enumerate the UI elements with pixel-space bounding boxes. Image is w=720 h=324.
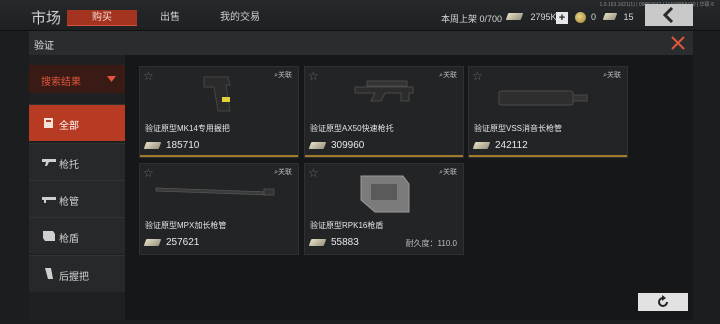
page-title: 市场	[31, 10, 62, 27]
currency-icon	[308, 141, 327, 149]
item-price: 242112	[472, 140, 528, 151]
chevron-down-icon	[107, 76, 116, 82]
item-name: 验证原型MPX加长枪管	[145, 221, 227, 230]
favorite-star-icon[interactable]: ☆	[308, 69, 319, 83]
card-accent-strip	[140, 155, 298, 157]
barrel-icon	[42, 197, 56, 203]
card-accent-strip	[305, 155, 463, 157]
item-name: 验证原型MK14专用握把	[145, 124, 230, 133]
currency-icon	[143, 141, 162, 149]
item-card[interactable]: ☆ ⌕关联 验证原型AX50快速枪托 309960	[304, 66, 464, 158]
relate-button[interactable]: ⌕关联	[439, 167, 457, 177]
item-durability: 耐久度：110.0	[405, 239, 457, 248]
relate-button[interactable]: ⌕关联	[439, 70, 457, 80]
dialog-title: 验证	[34, 41, 54, 52]
filter-sidebar: 搜索结果 全部 枪托 枪管 枪盾 后握把	[29, 55, 125, 320]
item-price: 185710	[143, 140, 199, 151]
favorite-star-icon[interactable]: ☆	[143, 166, 154, 180]
currency-icon	[143, 238, 162, 246]
back-button[interactable]	[645, 4, 693, 26]
currency-icon	[505, 13, 524, 20]
top-bar: 市场 购买 出售 我的交易 1.0.163.1621(1) | 09050947…	[0, 0, 720, 31]
shield-icon	[43, 231, 55, 241]
favorite-star-icon[interactable]: ☆	[308, 166, 319, 180]
grip-icon	[45, 268, 53, 279]
item-name: 验证原型AX50快速枪托	[310, 124, 394, 133]
card-accent-strip	[469, 155, 627, 157]
tab-buy[interactable]: 购买	[67, 10, 137, 26]
item-name: 验证原型VSS消音长枪管	[474, 124, 563, 133]
chevron-left-icon	[662, 7, 674, 23]
coin-balance: 0	[591, 12, 597, 22]
item-card[interactable]: ☆ ⌕关联 验证原型MPX加长枪管 257621	[139, 163, 299, 255]
tab-sell[interactable]: 出售	[140, 10, 200, 25]
coin-icon	[575, 12, 586, 23]
sidebar-item-rear-grip[interactable]: 后握把	[29, 255, 125, 292]
sidebar-item-stock[interactable]: 枪托	[29, 143, 125, 180]
voucher-balance: 15	[602, 12, 634, 22]
item-card[interactable]: ☆ ⌕关联 验证原型MK14专用握把 185710	[139, 66, 299, 158]
currency-balance: 2795K	[505, 12, 557, 22]
refresh-icon	[658, 295, 668, 307]
close-icon[interactable]	[670, 35, 686, 51]
sidebar-item-barrel[interactable]: 枪管	[29, 180, 125, 217]
search-results-header[interactable]: 搜索结果	[29, 65, 125, 93]
item-card[interactable]: ☆ ⌕关联 验证原型VSS消音长枪管 242112	[468, 66, 628, 158]
tab-my-trades[interactable]: 我的交易	[210, 10, 270, 25]
search-results-label: 搜索结果	[41, 77, 81, 88]
currency-icon	[472, 141, 491, 149]
stock-icon	[42, 159, 56, 166]
item-card[interactable]: ☆ ⌕关联 验证原型RPK16枪盾 55883 耐久度：110.0	[304, 163, 464, 255]
grid-icon	[44, 118, 53, 128]
add-currency-button[interactable]: +	[556, 12, 568, 24]
verify-dialog: 验证 搜索结果 全部 枪托 枪管 枪盾 后握把 ☆ ⌕关联 验证原型MK14专用…	[29, 31, 693, 320]
relate-button[interactable]: ⌕关联	[603, 70, 621, 80]
item-price: 309960	[308, 140, 364, 151]
refresh-button[interactable]	[638, 293, 688, 311]
sidebar-item-all[interactable]: 全部	[29, 104, 125, 141]
favorite-star-icon[interactable]: ☆	[472, 69, 483, 83]
relate-button[interactable]: ⌕关联	[274, 167, 292, 177]
voucher-icon	[602, 13, 618, 20]
favorite-star-icon[interactable]: ☆	[143, 69, 154, 83]
item-name: 验证原型RPK16枪盾	[310, 221, 384, 230]
relate-button[interactable]: ⌕关联	[274, 70, 292, 80]
item-price: 55883	[308, 237, 359, 248]
sidebar-item-shield[interactable]: 枪盾	[29, 217, 125, 254]
item-price: 257621	[143, 237, 199, 248]
currency-icon	[308, 238, 327, 246]
weekly-listing-count: 本周上架 0/700	[441, 14, 503, 24]
dialog-header: 验证	[29, 31, 693, 55]
